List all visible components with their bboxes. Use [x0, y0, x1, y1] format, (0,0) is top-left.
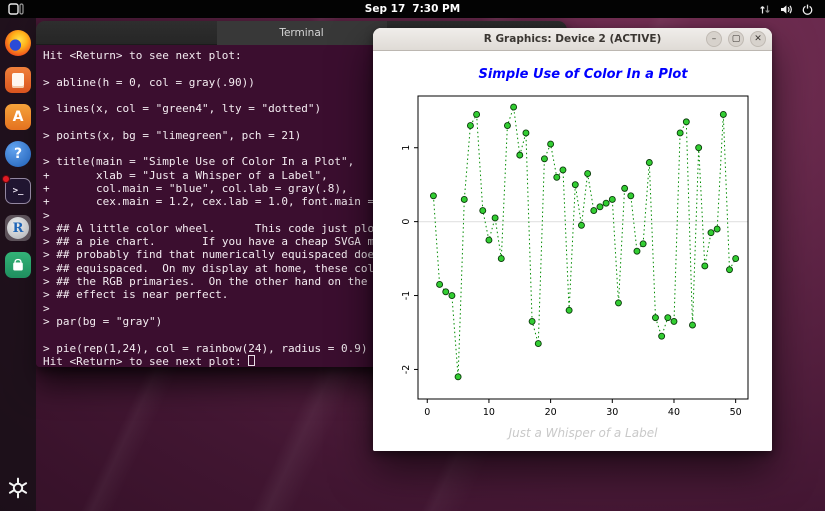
svg-text:50: 50: [730, 407, 742, 418]
svg-text:1: 1: [401, 145, 412, 151]
svg-text:Simple Use of Color In a Plot: Simple Use of Color In a Plot: [478, 67, 688, 82]
dock-item-r[interactable]: R: [5, 215, 31, 241]
power-icon: [802, 4, 813, 15]
svg-text:40: 40: [668, 407, 680, 418]
system-tray-button[interactable]: [753, 0, 819, 18]
dock-item-help[interactable]: ?: [5, 141, 31, 167]
dock-item-software[interactable]: [5, 252, 31, 278]
network-icon: [759, 4, 771, 15]
firefox-icon: [5, 30, 31, 56]
notification-dot: [2, 175, 10, 183]
dock-item-files[interactable]: [5, 67, 31, 93]
graphics-canvas: 0 10 20 30 40 50 -2 -1 0 1 Simple Use of Color In …: [373, 51, 772, 451]
software-icon: [5, 252, 31, 278]
workspaces-icon: [8, 3, 24, 15]
dock-item-terminal[interactable]: >_: [5, 178, 31, 204]
minimize-button[interactable]: –: [706, 31, 722, 47]
volume-icon: [780, 4, 793, 15]
workspaces-indicator[interactable]: [8, 3, 24, 15]
svg-text:30: 30: [606, 407, 618, 418]
dock-item-distro-logo[interactable]: [5, 475, 31, 501]
terminal-cursor: [248, 355, 255, 366]
app-a-icon: A: [5, 104, 31, 130]
files-icon: [5, 67, 31, 93]
distro-logo-icon: [7, 477, 29, 499]
svg-text:Just a Whisper of a Label: Just a Whisper of a Label: [507, 426, 658, 440]
plot-svg: 0 10 20 30 40 50 -2 -1 0 1 Simple Use of Color In …: [373, 51, 772, 449]
maximize-button[interactable]: ▢: [728, 31, 744, 47]
close-button[interactable]: ✕: [750, 31, 766, 47]
svg-text:0: 0: [401, 219, 412, 225]
help-icon: ?: [5, 141, 31, 167]
dock-item-app-a[interactable]: A: [5, 104, 31, 130]
top-bar: Sep 17 7:30 PM: [0, 0, 825, 18]
terminal-icon: >_: [5, 178, 31, 204]
dock-item-firefox[interactable]: [5, 30, 31, 56]
clock-button[interactable]: Sep 17 7:30 PM: [353, 1, 472, 17]
svg-text:-2: -2: [401, 365, 412, 374]
clock-time: 7:30 PM: [412, 3, 460, 15]
r-graphics-window: R Graphics: Device 2 (ACTIVE) – ▢ ✕ 0102…: [373, 28, 772, 451]
svg-text:20: 20: [545, 407, 557, 418]
clock-date: Sep 17: [365, 3, 405, 15]
svg-text:-1: -1: [401, 291, 412, 300]
svg-text:10: 10: [483, 407, 495, 418]
terminal-tab[interactable]: Terminal: [217, 21, 387, 45]
dock: A ? >_ R: [0, 18, 36, 511]
desktop: Sep 17 7:30 PM: [0, 0, 825, 511]
graphics-titlebar[interactable]: R Graphics: Device 2 (ACTIVE) – ▢ ✕: [373, 28, 772, 51]
svg-text:0: 0: [424, 407, 430, 418]
graphics-window-title: R Graphics: Device 2 (ACTIVE): [484, 33, 662, 45]
terminal-title: Terminal: [279, 27, 323, 39]
r-icon: R: [7, 217, 29, 239]
